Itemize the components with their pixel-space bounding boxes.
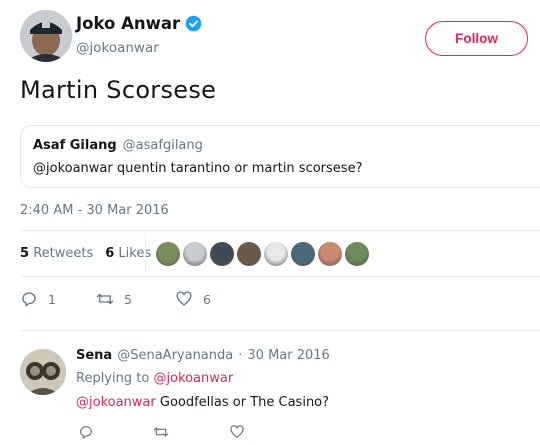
replying-label: Replying to: [76, 371, 150, 386]
author-name-text[interactable]: Joko Anwar: [76, 14, 180, 33]
liker-avatar[interactable]: [156, 242, 180, 266]
retweets-stat[interactable]: 5 Retweets: [20, 246, 93, 261]
quoted-tweet-card[interactable]: Asaf Gilang @asafgilang @jokoanwar quent…: [20, 125, 540, 188]
verified-badge-icon: [185, 15, 202, 32]
reply-actions: [78, 424, 245, 440]
tweet-timestamp[interactable]: 2:40 AM - 30 Mar 2016: [20, 203, 169, 218]
liker-avatar[interactable]: [183, 242, 207, 266]
liker-avatar[interactable]: [210, 242, 234, 266]
reply-author-handle[interactable]: @SenaAryananda: [117, 348, 233, 363]
reply-mention-link[interactable]: @jokoanwar: [76, 395, 156, 410]
liker-avatar[interactable]: [264, 242, 288, 266]
reply-text-body: Goodfellas or The Casino?: [155, 395, 330, 410]
divider: [20, 276, 540, 277]
follow-button[interactable]: Follow: [425, 21, 528, 56]
liker-avatars: [156, 242, 369, 266]
reply-author-avatar[interactable]: [20, 349, 66, 395]
retweet-count: 5: [124, 291, 132, 307]
like-count: 6: [203, 291, 211, 307]
reply-date[interactable]: 30 Mar 2016: [247, 348, 329, 363]
liker-avatar[interactable]: [237, 242, 261, 266]
author-avatar[interactable]: [20, 10, 72, 62]
heart-icon: [176, 291, 192, 306]
liker-avatar[interactable]: [345, 242, 369, 266]
heart-icon[interactable]: [229, 424, 245, 440]
quote-text: @jokoanwar quentin tarantino or martin s…: [33, 161, 363, 176]
reply-header: Sena @SenaAryananda · 30 Mar 2016: [76, 348, 330, 363]
tweet-actions: 1 5 6: [20, 290, 211, 308]
retweet-icon: [96, 293, 114, 305]
divider: [20, 230, 540, 231]
quote-header: Asaf Gilang @asafgilang: [33, 138, 203, 153]
reply-author-name[interactable]: Sena: [76, 348, 112, 363]
retweet-icon[interactable]: [153, 424, 169, 440]
replying-to-link[interactable]: @jokoanwar: [153, 371, 233, 386]
reply-separator: ·: [238, 348, 243, 363]
tweet-text: Martin Scorsese: [20, 76, 217, 104]
quote-author-handle: @asafgilang: [122, 138, 203, 153]
reply-action[interactable]: 1: [20, 290, 96, 308]
divider: [20, 330, 540, 331]
replying-to: Replying to @jokoanwar: [76, 371, 233, 386]
reply-icon: [22, 292, 36, 307]
stats-separator: [145, 234, 146, 272]
author-name[interactable]: Joko Anwar: [76, 14, 202, 33]
author-handle[interactable]: @jokoanwar: [76, 40, 159, 56]
reply-text: @jokoanwar Goodfellas or The Casino?: [76, 395, 329, 410]
retweet-action[interactable]: 5: [96, 290, 175, 308]
likes-count: 6: [105, 246, 115, 261]
like-action[interactable]: 6: [175, 290, 211, 308]
quote-author-name: Asaf Gilang: [33, 138, 117, 153]
retweets-count: 5: [20, 246, 30, 261]
likes-label: Likes: [118, 246, 152, 261]
reply-icon[interactable]: [78, 424, 94, 440]
liker-avatar[interactable]: [318, 242, 342, 266]
liker-avatar[interactable]: [291, 242, 315, 266]
reply-count: 1: [48, 291, 56, 307]
retweets-label: Retweets: [33, 246, 94, 261]
tweet-stats: 5 Retweets 6 Likes: [20, 246, 151, 261]
